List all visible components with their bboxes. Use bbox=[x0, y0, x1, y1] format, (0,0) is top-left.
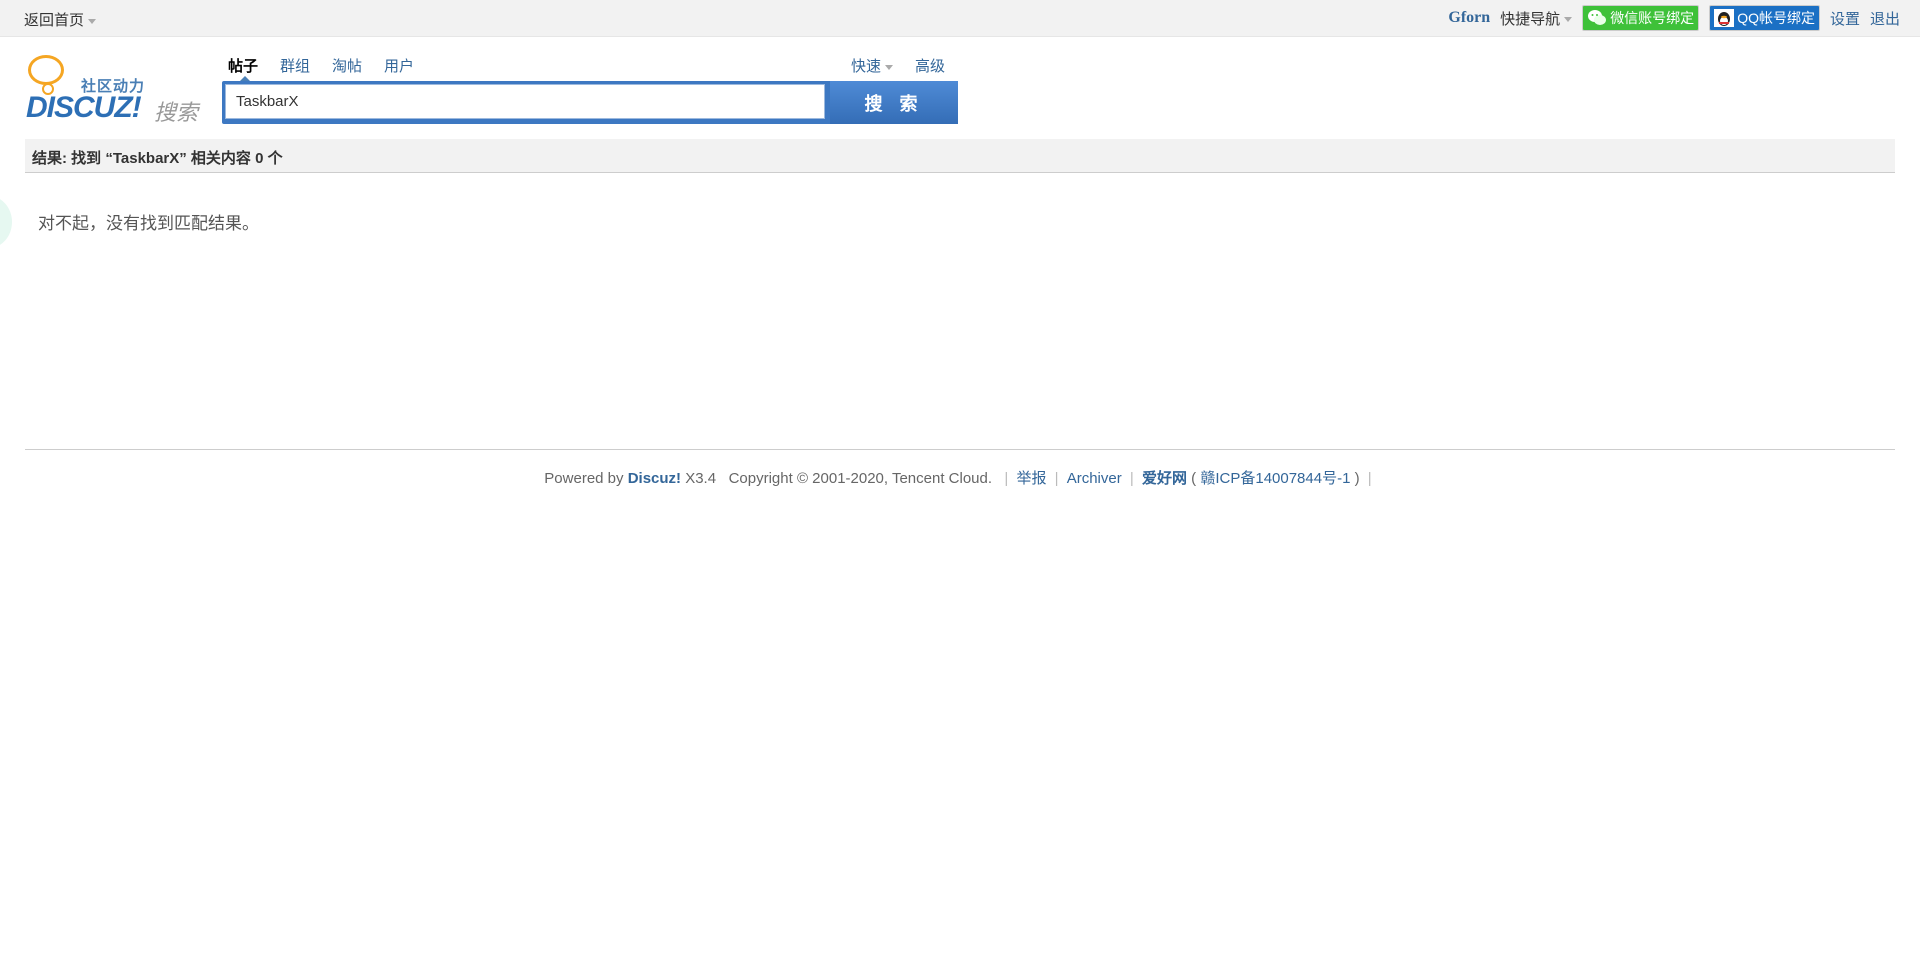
icp-close-paren: ) bbox=[1354, 470, 1360, 487]
footer-separator: | bbox=[1367, 470, 1372, 487]
powered-by-text: Powered by bbox=[544, 470, 624, 487]
quick-nav-label: 快捷导航 bbox=[1500, 10, 1561, 28]
wechat-bind-button[interactable]: 微信账号绑定 bbox=[1582, 5, 1700, 31]
chevron-down-icon bbox=[88, 18, 97, 24]
footer-separator: | bbox=[1004, 470, 1009, 487]
tab-groups[interactable]: 群组 bbox=[280, 55, 310, 76]
wechat-icon bbox=[1587, 9, 1607, 27]
settings-link[interactable]: 设置 bbox=[1830, 8, 1860, 29]
logo-brand: DISCUZ! bbox=[26, 91, 142, 124]
discuz-link[interactable]: Discuz! bbox=[628, 470, 681, 487]
chevron-down-icon bbox=[1564, 17, 1573, 23]
no-results-message: 对不起，没有找到匹配结果。 bbox=[38, 214, 259, 233]
user-toolbar: Gforn 快捷导航 微信账号绑定 QQ帐号绑定 设置 退出 bbox=[1448, 5, 1900, 31]
qq-penguin-icon bbox=[1714, 9, 1735, 27]
speech-bubble-icon bbox=[28, 55, 64, 85]
icp-link[interactable]: 赣ICP备14007844号-1 bbox=[1200, 470, 1350, 487]
search-button[interactable]: 搜 索 bbox=[830, 81, 958, 124]
tab-posts[interactable]: 帖子 bbox=[228, 55, 258, 81]
version-text: X3.4 bbox=[685, 470, 717, 487]
quick-search-label: 快速 bbox=[851, 58, 882, 75]
site-name-link[interactable]: 爱好网 bbox=[1142, 470, 1187, 487]
footer-divider bbox=[25, 449, 1895, 450]
wechat-bind-label: 微信账号绑定 bbox=[1610, 10, 1695, 26]
icp-open-paren: ( bbox=[1191, 470, 1197, 487]
quick-nav-menu[interactable]: 快捷导航 bbox=[1500, 8, 1573, 29]
search-tools: 快速 高级 bbox=[851, 55, 945, 76]
result-summary: 结果: 找到 “TaskbarX” 相关内容 0 个 bbox=[32, 150, 283, 167]
tab-users[interactable]: 用户 bbox=[384, 55, 414, 76]
tab-collections[interactable]: 淘帖 bbox=[332, 55, 362, 76]
footer: Powered by Discuz! X3.4 Copyright © 2001… bbox=[0, 467, 1920, 488]
qq-bind-label: QQ帐号绑定 bbox=[1737, 10, 1815, 26]
chevron-down-icon bbox=[885, 64, 894, 70]
home-link-label: 返回首页 bbox=[24, 12, 85, 29]
search-type-tabs: 帖子 群组 淘帖 用户 bbox=[228, 55, 436, 81]
advanced-search-link[interactable]: 高级 bbox=[915, 55, 945, 76]
quick-search-menu[interactable]: 快速 bbox=[851, 55, 894, 76]
copyright-text: Copyright © 2001-2020, Tencent Cloud. bbox=[728, 470, 993, 487]
footer-separator: | bbox=[1129, 470, 1134, 487]
logout-link[interactable]: 退出 bbox=[1870, 8, 1900, 29]
discuz-search-logo[interactable]: 社区动力 DISCUZ! 搜索 bbox=[26, 55, 201, 125]
result-summary-bar: 结果: 找到 “TaskbarX” 相关内容 0 个 bbox=[25, 139, 1895, 173]
search-box: 搜 索 bbox=[222, 81, 958, 124]
qq-bind-button[interactable]: QQ帐号绑定 bbox=[1709, 5, 1820, 31]
decorative-circle bbox=[0, 196, 12, 248]
search-input[interactable] bbox=[225, 84, 825, 119]
top-bar: 返回首页 Gforn 快捷导航 微信账号绑定 QQ帐号绑定 设置 退出 bbox=[0, 0, 1920, 37]
footer-separator: | bbox=[1054, 470, 1059, 487]
report-link[interactable]: 举报 bbox=[1016, 470, 1046, 487]
archiver-link[interactable]: Archiver bbox=[1067, 470, 1122, 487]
username-link[interactable]: Gforn bbox=[1448, 9, 1490, 27]
logo-subtitle: 搜索 bbox=[154, 100, 199, 125]
home-link[interactable]: 返回首页 bbox=[24, 9, 97, 30]
